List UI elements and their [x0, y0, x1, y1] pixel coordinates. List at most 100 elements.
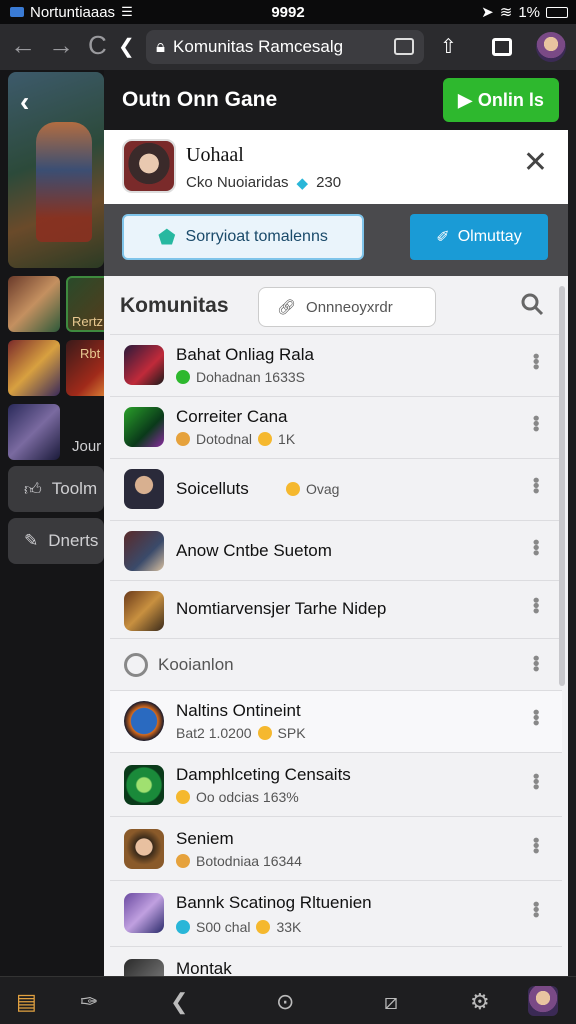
more-icon[interactable]: •••: [525, 773, 546, 789]
more-icon[interactable]: •••: [525, 539, 546, 555]
game-header: Outn Onn Gane ▶ Onlin ls: [104, 70, 576, 130]
community-icon: [124, 469, 164, 509]
back-icon[interactable]: ❮: [170, 989, 188, 1015]
game-thumbnail[interactable]: [8, 340, 60, 396]
community-row[interactable]: Soicelluts Ovag •••: [110, 458, 562, 520]
status-bar: Nortuntiaaas ☰ 9992 ➤ ≋ 1%: [0, 0, 576, 24]
community-sub-text: Dohadnan 1633S: [196, 369, 305, 385]
community-count: 1K: [278, 431, 296, 447]
community-row[interactable]: Correiter Cana Dotodnal 1K •••: [110, 396, 562, 458]
url-bar[interactable]: 🔒︎ Komunitas Ramcesalg: [146, 30, 424, 64]
primary-action-label: Sorryioat tomalenns: [185, 228, 328, 245]
community-row[interactable]: Bannk Scatinog Rltuenien S00 chal 33K ••…: [110, 880, 562, 946]
community-icon: [124, 959, 164, 976]
more-icon[interactable]: •••: [525, 901, 546, 917]
close-icon[interactable]: ✕: [523, 148, 548, 178]
scrollbar[interactable]: [559, 286, 565, 686]
star-icon: [257, 726, 272, 740]
battery-icon: [546, 6, 568, 18]
community-subtitle: Botodniaa 16344: [176, 853, 302, 869]
tab-switch-icon[interactable]: [492, 38, 512, 56]
online-button[interactable]: ▶ Onlin ls: [443, 78, 559, 122]
link-icon: 🔗︎: [277, 299, 297, 316]
game-thumbnail[interactable]: [8, 276, 60, 332]
community-row[interactable]: Montak: [110, 946, 562, 976]
community-icon: [124, 893, 164, 933]
more-icon[interactable]: •••: [525, 597, 546, 613]
community-row[interactable]: Bahat Onliag Rala Dohadnan 1633S •••: [110, 334, 562, 396]
lock-icon: 🔒︎: [156, 37, 166, 56]
layers-icon[interactable]: ▤: [16, 989, 37, 1015]
community-title: Naltins Ontineint: [176, 701, 301, 720]
share-icon[interactable]: ⇧: [440, 34, 457, 59]
community-search-input[interactable]: 🔗︎ Onnneoyxrdr: [258, 287, 436, 327]
section-header: Kooianlon •••: [110, 638, 562, 690]
browser-toolbar: ← → C ❮ 🔒︎ Komunitas Ramcesalg ⇧: [0, 24, 576, 70]
compass-icon[interactable]: ⊙: [276, 989, 294, 1015]
pencil-icon: ✎: [24, 531, 39, 550]
more-icon[interactable]: •••: [525, 655, 546, 671]
community-icon: [124, 591, 164, 631]
community-subtitle: Bat2 1.0200 SPK: [176, 725, 306, 741]
user-avatar[interactable]: [122, 139, 176, 193]
compose-button-label: Dnerts: [48, 531, 99, 550]
back-chevron-icon[interactable]: ‹: [20, 86, 29, 118]
star-icon: [256, 920, 271, 934]
reload-icon[interactable]: C: [88, 30, 107, 61]
action-band: ⬟ Sorryioat tomalenns ✐ Olmuttay: [104, 204, 568, 276]
more-icon[interactable]: •••: [525, 477, 546, 493]
more-icon[interactable]: •••: [525, 415, 546, 431]
profile-avatar[interactable]: [528, 986, 558, 1016]
secondary-action-button[interactable]: ✐ Olmuttay: [410, 214, 548, 260]
community-title: Anow Cntbe Suetom: [176, 541, 332, 560]
community-row[interactable]: Damphlceting Censaits Oo odcias 163% •••: [110, 752, 562, 816]
community-title: Correiter Cana: [176, 407, 288, 426]
user-sub-label: Cko Nuoiaridas: [186, 174, 289, 191]
battery-text: 1%: [518, 3, 540, 21]
community-icon: [124, 407, 164, 447]
primary-action-button[interactable]: ⬟ Sorryioat tomalenns: [122, 214, 364, 260]
gear-icon[interactable]: ⚙: [470, 989, 490, 1015]
thumbnail-label: Rbt: [80, 346, 101, 361]
edit-box-icon[interactable]: ⧄: [384, 989, 398, 1015]
community-subtitle: Ovag: [286, 481, 339, 497]
search-placeholder: Onnneoyxrdr: [306, 298, 393, 316]
back-arrow-icon[interactable]: ←: [10, 30, 36, 61]
bolt-icon: [176, 790, 190, 804]
online-button-label: Onlin ls: [477, 89, 544, 110]
toolbar-button[interactable]: 👍︎ Toolm: [8, 466, 104, 512]
game-hero-image: ‹: [8, 72, 104, 268]
back-chevron-icon[interactable]: ❮: [118, 34, 135, 59]
community-row[interactable]: Nomtiarvensjer Tarhe Nidep •••: [110, 580, 562, 638]
toolbar-button-label: Toolm: [51, 479, 98, 498]
community-title: Nomtiarvensjer Tarhe Nidep: [176, 599, 387, 618]
community-header: Komunitas 🔗︎ Onnneoyxrdr: [104, 276, 562, 334]
community-title: Komunitas: [120, 294, 229, 317]
shield-icon: ⬟: [158, 226, 176, 249]
thumbnail-label: Rertz: [72, 314, 104, 329]
profile-avatar[interactable]: [536, 32, 566, 62]
community-row[interactable]: Naltins Ontineint Bat2 1.0200 SPK •••: [110, 690, 562, 752]
badge-icon: [176, 854, 190, 868]
star-icon: [286, 482, 300, 496]
more-icon[interactable]: •••: [525, 353, 546, 369]
game-thumbnail[interactable]: [8, 404, 60, 460]
community-title: Soicelluts: [176, 479, 249, 498]
check-icon: [176, 920, 190, 934]
community-subtitle: Dotodnal 1K: [176, 431, 295, 447]
url-text: Komunitas Ramcesalg: [173, 37, 344, 56]
more-icon[interactable]: •••: [525, 837, 546, 853]
tabs-icon[interactable]: [394, 38, 414, 55]
user-card: Uohaal Cko Nuoiaridas ◆ 230 ✕: [104, 130, 568, 204]
more-icon[interactable]: •••: [525, 709, 546, 725]
feather-icon[interactable]: ✑: [80, 989, 98, 1015]
community-title: Damphlceting Censaits: [176, 765, 351, 784]
forward-arrow-icon[interactable]: →: [48, 30, 74, 61]
compose-button[interactable]: ✎ Dnerts: [8, 518, 104, 564]
community-sub-text: Bat2 1.0200: [176, 725, 252, 741]
user-sub-value: 230: [316, 174, 342, 191]
community-row[interactable]: Seniem Botodniaa 16344 •••: [110, 816, 562, 880]
community-row[interactable]: Anow Cntbe Suetom •••: [110, 520, 562, 580]
search-icon[interactable]: [520, 292, 544, 316]
section-title: Kooianlon: [158, 655, 234, 674]
